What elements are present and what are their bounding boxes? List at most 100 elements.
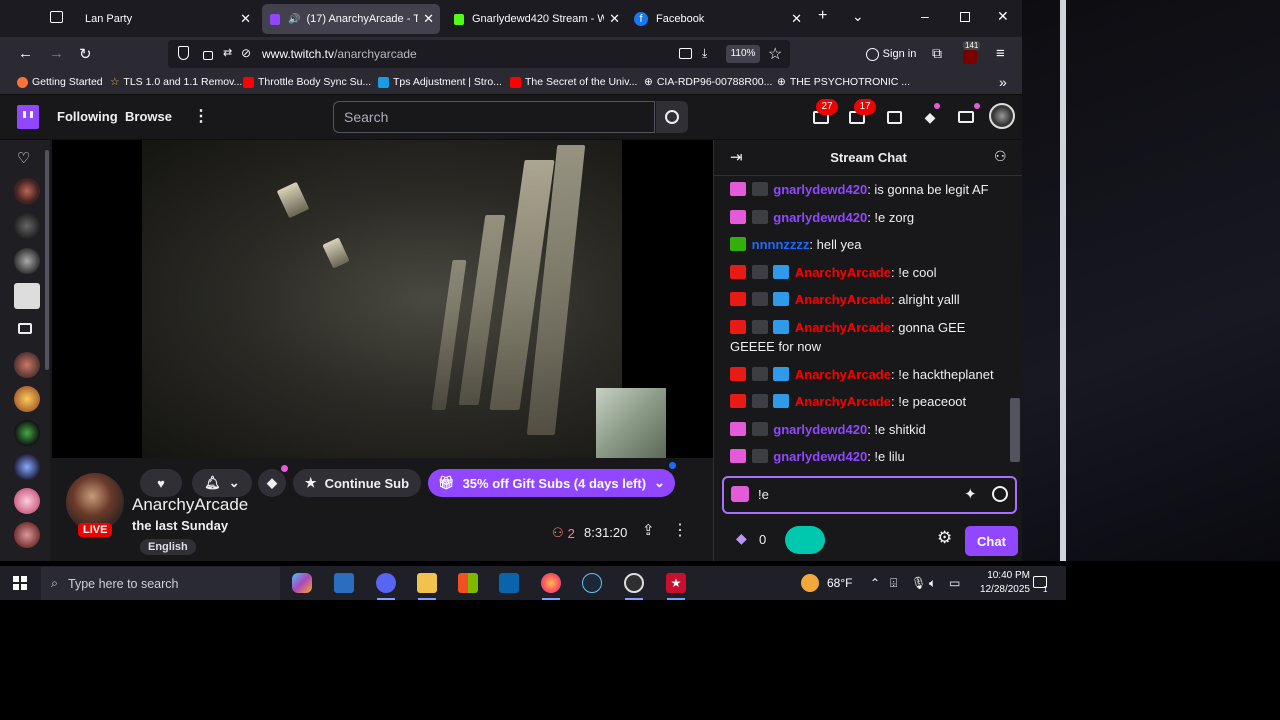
search-input[interactable] (334, 102, 654, 132)
close-icon[interactable]: ✕ (240, 11, 251, 27)
discord-icon[interactable] (376, 573, 396, 593)
bits-icon[interactable]: ◆ (920, 107, 940, 127)
ublock-extension-icon[interactable] (963, 50, 977, 64)
close-icon[interactable]: ✕ (609, 11, 620, 27)
channel-avatar[interactable] (14, 283, 40, 309)
chat-username[interactable]: AnarchyArcade (795, 265, 891, 280)
file-explorer-icon[interactable] (417, 573, 437, 593)
minimize-icon[interactable]: – (921, 8, 929, 24)
copilot-icon[interactable] (292, 573, 312, 593)
tier-badge-icon[interactable] (751, 449, 768, 463)
chat-username[interactable]: gnarlydewd420 (773, 210, 867, 225)
show-hidden-icons-chevron-icon[interactable]: ⌃ (870, 576, 880, 590)
channel-name[interactable]: AnarchyArcade (132, 495, 248, 515)
microsoft-store-icon[interactable] (458, 573, 478, 593)
url-text[interactable]: www.twitch.tv/anarchyarcade (262, 47, 417, 61)
more-options-icon[interactable]: ⋮ (193, 106, 209, 126)
bookmark-tls[interactable]: ☆ TLS 1.0 and 1.1 Remov... (110, 76, 242, 88)
continue-sub-button[interactable]: ★ Continue Sub (293, 469, 421, 497)
moderator-badge-icon[interactable] (730, 237, 746, 251)
follow-heart-button[interactable]: ♥ (140, 469, 182, 497)
prime-badge-icon[interactable] (773, 394, 790, 408)
bookmark-secret[interactable]: The Secret of the Univ... (510, 76, 637, 88)
gift-box-icon[interactable] (785, 526, 825, 554)
camera-off-icon[interactable]: ⊘ (241, 46, 251, 60)
url-bar[interactable]: ⇄ ⊘ www.twitch.tv/anarchyarcade ⤓ 110% ☆ (168, 40, 790, 68)
permissions-icon[interactable]: ⇄ (223, 46, 232, 59)
chat-username[interactable]: AnarchyArcade (795, 367, 891, 382)
twitch-logo-icon[interactable] (17, 105, 39, 129)
tier-badge-icon[interactable] (751, 366, 768, 381)
taskbar-clock[interactable]: 10:40 PM 12/28/2025 (960, 569, 1030, 597)
steam-icon[interactable] (582, 573, 602, 593)
chat-username[interactable]: AnarchyArcade (795, 394, 891, 409)
share-icon[interactable]: ⇪ (642, 521, 655, 539)
channel-avatar[interactable] (14, 522, 40, 548)
red-star-app-icon[interactable]: ★ (666, 573, 686, 593)
tab-anarchyarcade[interactable]: 🔊 (17) AnarchyArcade - Twitch ✕ (262, 4, 440, 34)
chat-username[interactable]: nnnnzzzz (752, 237, 810, 252)
volume-icon[interactable]: 🔈︎ (929, 576, 936, 591)
meet-now-icon[interactable]: ⌹ (890, 576, 897, 591)
channel-avatar[interactable] (14, 213, 40, 239)
microphone-icon[interactable]: 🎙︎ (911, 576, 926, 590)
community-icon[interactable]: ⚇ (994, 148, 1007, 165)
more-bookmarks-chevron-icon[interactable]: » (999, 74, 1007, 90)
video-player[interactable] (52, 140, 713, 458)
subscriber-badge-icon[interactable] (730, 449, 746, 463)
emoji-picker-icon[interactable] (992, 486, 1008, 502)
settings-gear-icon[interactable]: ⚙ (937, 528, 952, 548)
picture-in-picture-icon[interactable] (679, 48, 692, 59)
chat-username[interactable]: gnarlydewd420 (773, 422, 867, 437)
broadcaster-badge-icon[interactable] (730, 366, 746, 381)
firefox-icon[interactable] (541, 573, 561, 593)
channel-avatar[interactable] (14, 386, 40, 412)
prime-badge-icon[interactable] (773, 264, 790, 279)
sparkle-icon[interactable]: ✦ (964, 485, 977, 503)
bookmark-cia[interactable]: ⊕ CIA-RDP96-00788R00... (644, 76, 772, 88)
subscriber-badge-icon[interactable] (730, 209, 746, 224)
network-icon[interactable]: ▭ (949, 576, 960, 590)
tier-badge-icon[interactable] (751, 421, 768, 436)
close-window-icon[interactable]: ✕ (997, 8, 1009, 25)
channel-avatar[interactable] (14, 454, 40, 480)
chat-username[interactable]: AnarchyArcade (795, 320, 891, 335)
save-to-pocket-icon[interactable]: ⤓ (702, 46, 707, 61)
obs-icon[interactable] (624, 573, 644, 593)
bits-button[interactable]: ◆ (258, 469, 286, 497)
broadcaster-badge-icon[interactable] (730, 264, 746, 279)
whispers-icon[interactable] (884, 107, 904, 127)
nav-browse[interactable]: Browse (125, 109, 172, 124)
reload-icon[interactable]: ↻ (79, 45, 92, 63)
chat-scrollbar[interactable] (1010, 398, 1020, 462)
channel-avatar[interactable] (14, 178, 40, 204)
chat-input-text[interactable]: !e (758, 487, 769, 502)
bookmark-getting-started[interactable]: Getting Started (17, 76, 103, 88)
prime-badge-icon[interactable] (773, 366, 790, 381)
taskbar-search[interactable]: ⌕ Type here to search (41, 567, 280, 600)
channel-avatar[interactable] (14, 420, 40, 446)
prime-badge-icon[interactable] (773, 319, 790, 334)
close-icon[interactable]: ✕ (791, 11, 802, 27)
chat-send-button[interactable]: Chat (965, 526, 1018, 556)
prime-badge-icon[interactable] (773, 292, 790, 306)
channel-avatar[interactable] (14, 352, 40, 378)
emote-icon[interactable] (731, 486, 749, 502)
extensions-icon[interactable]: ⧉ (932, 45, 942, 62)
lock-icon[interactable] (203, 51, 213, 60)
more-options-icon[interactable]: ⋮ (672, 520, 688, 540)
language-tag[interactable]: English (140, 539, 196, 555)
notifications-bell-button[interactable]: 🔔︎ ⌄ (192, 469, 252, 497)
tier-badge-icon[interactable] (751, 292, 768, 306)
bookmark-star-icon[interactable]: ☆ (768, 44, 782, 64)
video-camera-icon[interactable] (18, 323, 32, 334)
tier-badge-icon[interactable] (751, 319, 768, 334)
close-icon[interactable]: ✕ (423, 11, 434, 27)
tab-facebook[interactable]: f Facebook ✕ (628, 4, 808, 34)
search-button[interactable] (656, 101, 688, 133)
tier-badge-icon[interactable] (751, 264, 768, 279)
tab-list-chevron-icon[interactable]: ⌄ (852, 8, 864, 25)
channel-avatar[interactable] (14, 248, 40, 274)
bookmark-tps[interactable]: Tps Adjustment | Stro... (378, 76, 502, 88)
chat-input-box[interactable]: !e ✦ (722, 476, 1017, 514)
